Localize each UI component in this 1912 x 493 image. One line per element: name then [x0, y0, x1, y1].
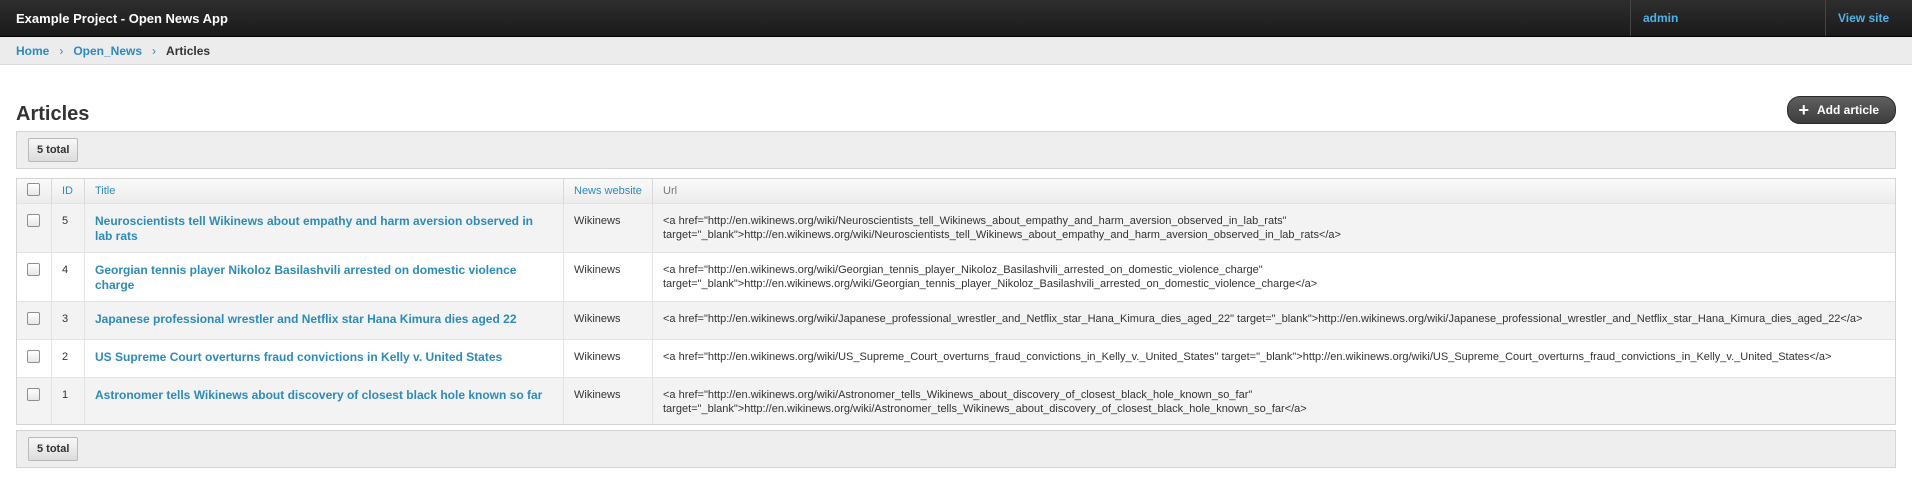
select-all-header	[17, 179, 52, 204]
row-news-website: Wikinews	[563, 252, 653, 302]
table-header-row: ID Title News website Url	[17, 179, 1895, 204]
row-url: <a href="http://en.wikinews.org/wiki/Ast…	[652, 377, 1895, 424]
breadcrumb-current: Articles	[166, 43, 211, 58]
row-news-website: Wikinews	[563, 301, 653, 340]
row-title-link[interactable]: Neuroscientists tell Wikinews about empa…	[95, 214, 533, 243]
row-select-cell	[17, 377, 52, 424]
row-url: <a href="http://en.wikinews.org/wiki/Neu…	[652, 203, 1895, 253]
page-header: Articles + Add article	[0, 65, 1912, 131]
chevron-right-icon: ›	[59, 43, 64, 58]
row-url: <a href="http://en.wikinews.org/wiki/Geo…	[652, 252, 1895, 302]
row-title-link[interactable]: Japanese professional wrestler and Netfl…	[95, 312, 517, 326]
row-checkbox[interactable]	[27, 350, 40, 363]
row-id: 5	[51, 203, 85, 253]
row-news-website: Wikinews	[563, 339, 653, 378]
table-row: 1 Astronomer tells Wikinews about discov…	[17, 377, 1895, 424]
breadcrumb: Home › Open_News › Articles	[0, 37, 1912, 65]
column-header-title[interactable]: Title	[84, 179, 564, 204]
total-count-button[interactable]: 5 total	[28, 437, 79, 461]
row-checkbox[interactable]	[27, 214, 40, 227]
table-row: 5 Neuroscientists tell Wikinews about em…	[17, 203, 1895, 253]
plus-icon: +	[1798, 100, 1809, 120]
chevron-right-icon: ›	[152, 43, 157, 58]
row-news-website: Wikinews	[563, 203, 653, 253]
add-article-label: Add article	[1816, 103, 1879, 117]
row-title-cell: Astronomer tells Wikinews about discover…	[84, 377, 564, 424]
breadcrumb-home[interactable]: Home	[16, 44, 49, 58]
row-news-website: Wikinews	[563, 377, 653, 424]
user-menu[interactable]: admin	[1630, 0, 1825, 36]
row-title-cell: Japanese professional wrestler and Netfl…	[84, 301, 564, 340]
header-user-tools: admin View site	[1630, 0, 1912, 36]
row-checkbox[interactable]	[27, 263, 40, 276]
row-id: 1	[51, 377, 85, 424]
row-title-link[interactable]: Georgian tennis player Nikoloz Basilashv…	[95, 263, 516, 292]
row-title-cell: US Supreme Court overturns fraud convict…	[84, 339, 564, 378]
column-header-id[interactable]: ID	[51, 179, 85, 204]
row-select-cell	[17, 339, 52, 378]
row-url: <a href="http://en.wikinews.org/wiki/US_…	[652, 339, 1895, 378]
breadcrumb-app[interactable]: Open_News	[73, 44, 142, 58]
top-header: Example Project - Open News App admin Vi…	[0, 0, 1912, 37]
row-checkbox[interactable]	[27, 388, 40, 401]
row-id: 2	[51, 339, 85, 378]
table-row: 2 US Supreme Court overturns fraud convi…	[17, 339, 1895, 378]
table-row: 3 Japanese professional wrestler and Net…	[17, 301, 1895, 340]
row-title-cell: Georgian tennis player Nikoloz Basilashv…	[84, 252, 564, 302]
row-id: 3	[51, 301, 85, 340]
row-url: <a href="http://en.wikinews.org/wiki/Jap…	[652, 301, 1895, 340]
row-title-link[interactable]: Astronomer tells Wikinews about discover…	[95, 388, 542, 402]
results-table: ID Title News website Url 5 Neuroscienti…	[17, 179, 1895, 424]
column-header-news-website[interactable]: News website	[563, 179, 653, 204]
row-title-link[interactable]: US Supreme Court overturns fraud convict…	[95, 350, 502, 364]
row-select-cell	[17, 252, 52, 302]
row-select-cell	[17, 301, 52, 340]
page-title: Articles	[16, 103, 90, 125]
view-site-link[interactable]: View site	[1825, 0, 1912, 36]
row-select-cell	[17, 203, 52, 253]
actions-bar-bottom: 5 total	[16, 430, 1896, 468]
site-branding: Example Project - Open News App	[16, 10, 228, 26]
select-all-checkbox[interactable]	[27, 183, 40, 196]
column-header-url: Url	[652, 179, 1895, 204]
row-title-cell: Neuroscientists tell Wikinews about empa…	[84, 203, 564, 253]
total-count-button[interactable]: 5 total	[28, 138, 79, 162]
table-row: 4 Georgian tennis player Nikoloz Basilas…	[17, 252, 1895, 302]
row-checkbox[interactable]	[27, 312, 40, 325]
row-id: 4	[51, 252, 85, 302]
results-table-wrapper: ID Title News website Url 5 Neuroscienti…	[16, 178, 1896, 425]
add-article-button[interactable]: + Add article	[1787, 96, 1896, 124]
actions-bar-top: 5 total	[16, 131, 1896, 169]
